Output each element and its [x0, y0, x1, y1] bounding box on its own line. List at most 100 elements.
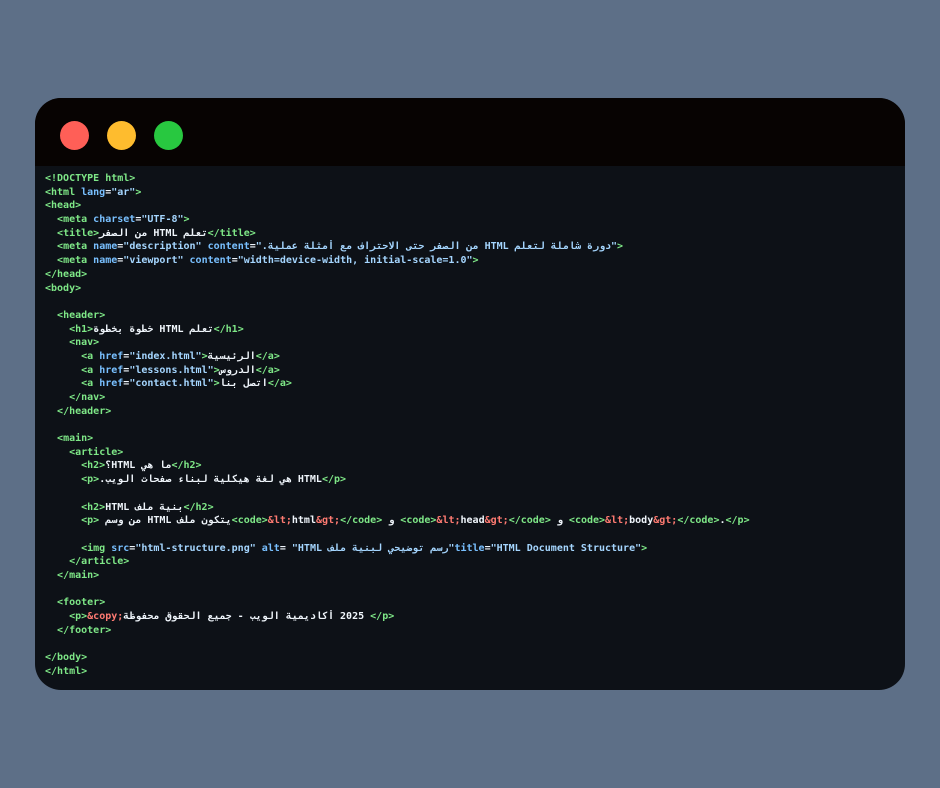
code-token: </a> [255, 364, 280, 376]
code-token: <meta [57, 255, 94, 267]
code-token: src [111, 542, 130, 554]
close-window-button[interactable] [60, 121, 89, 150]
code-token: > [617, 241, 624, 253]
code-token: </p> [370, 611, 395, 622]
code-line: <a href="contact.html">اتصل بنا</a> [45, 377, 895, 391]
code-token: <a [81, 378, 100, 390]
code-token: </head> [45, 268, 88, 280]
code-line: </nav> [45, 391, 895, 405]
code-token: <img [81, 542, 112, 554]
code-token: <a [81, 364, 100, 376]
maximize-window-button[interactable] [154, 121, 183, 150]
code-token: href [99, 350, 124, 362]
code-token: يتكون ملف HTML من وسم [99, 515, 232, 527]
code-token: </h2> [183, 501, 214, 513]
code-line: </head> [45, 268, 895, 282]
code-line: <meta name="viewport" content="width=dev… [45, 254, 895, 268]
code-line: <footer> [45, 596, 895, 610]
code-token: </body> [45, 652, 88, 664]
code-line: </footer> [45, 624, 895, 638]
code-line: <nav> [45, 336, 895, 350]
code-token: <html [45, 186, 82, 198]
code-line: <meta charset="UTF-8"> [45, 213, 895, 227]
code-token: name [93, 255, 118, 267]
code-line: <body> [45, 282, 895, 296]
code-token: > [472, 255, 479, 267]
code-token: الرئيسية [207, 350, 256, 362]
code-token: "UTF-8" [141, 214, 184, 226]
code-token: <head> [45, 200, 82, 212]
code-block: <!DOCTYPE html> <html lang="ar"> <head> <m… [45, 172, 895, 678]
code-token: <code> [568, 515, 606, 527]
code-token: "contact.html" [129, 378, 214, 390]
code-token: <p> [81, 515, 100, 527]
code-token: <!DOCTYPE html> [45, 173, 136, 184]
code-token: &gt; [653, 515, 678, 527]
code-line: <header> [45, 309, 895, 323]
code-token: "description" [123, 241, 208, 253]
code-token: </a> [267, 378, 292, 390]
code-line: <h2>بنية ملف HTML</h2> [45, 501, 895, 515]
code-token: اتصل بنا [219, 378, 268, 390]
code-token: </h1> [213, 323, 244, 335]
code-token: "width=device-width, initial-scale=1.0" [237, 255, 473, 267]
code-token: title [454, 542, 485, 554]
code-token: content [207, 241, 250, 253]
code-token: </footer> [57, 624, 112, 636]
code-token: <article> [69, 446, 124, 458]
code-token: <main> [57, 433, 94, 445]
code-line: </body> [45, 651, 895, 665]
code-token: بنية ملف HTML [105, 501, 184, 513]
code-token: و [550, 515, 569, 527]
code-token: ما هي HTML؟ [105, 460, 172, 472]
code-token: و [382, 515, 401, 527]
code-token: href [99, 378, 124, 390]
code-token: > [135, 186, 142, 198]
code-token: <nav> [69, 337, 100, 349]
code-line: <title>تعلم HTML من الصفر</title> [45, 227, 895, 241]
code-token: </code> [340, 515, 383, 527]
code-line: <h2>ما هي HTML؟</h2> [45, 459, 895, 473]
code-line: <head> [45, 199, 895, 213]
code-token: <footer> [57, 597, 106, 609]
minimize-window-button[interactable] [107, 121, 136, 150]
code-line: <meta name="description" content="دورة ش… [45, 240, 895, 254]
code-window: <!DOCTYPE html> <html lang="ar"> <head> <m… [35, 98, 905, 690]
code-token: <h1> [69, 323, 94, 335]
code-token: &gt; [484, 515, 509, 527]
code-line: <html lang="ar"> [45, 186, 895, 200]
code-token: </a> [255, 350, 280, 362]
code-line: <a href="lessons.html">الدروس</a> [45, 364, 895, 378]
code-token: head [460, 515, 485, 527]
code-token: "ar" [111, 186, 136, 198]
code-token: "رسم توضيحي لبنية ملف HTML" [285, 542, 455, 554]
code-token: الدروس [219, 364, 256, 376]
code-token: </code> [508, 515, 551, 527]
code-token: "دورة شاملة لتعلم HTML من الصفر حتى الاح… [255, 241, 618, 253]
code-line: <p>&copy; 2025 أكاديمية الويب - جميع الح… [45, 610, 895, 624]
code-token: <body> [45, 282, 82, 294]
code-token: تعلم HTML من الصفر [99, 227, 208, 239]
code-token: charset [93, 214, 136, 226]
code-token: <p> [81, 474, 100, 486]
code-token: &lt; [605, 515, 630, 527]
code-token: </h2> [171, 460, 202, 472]
